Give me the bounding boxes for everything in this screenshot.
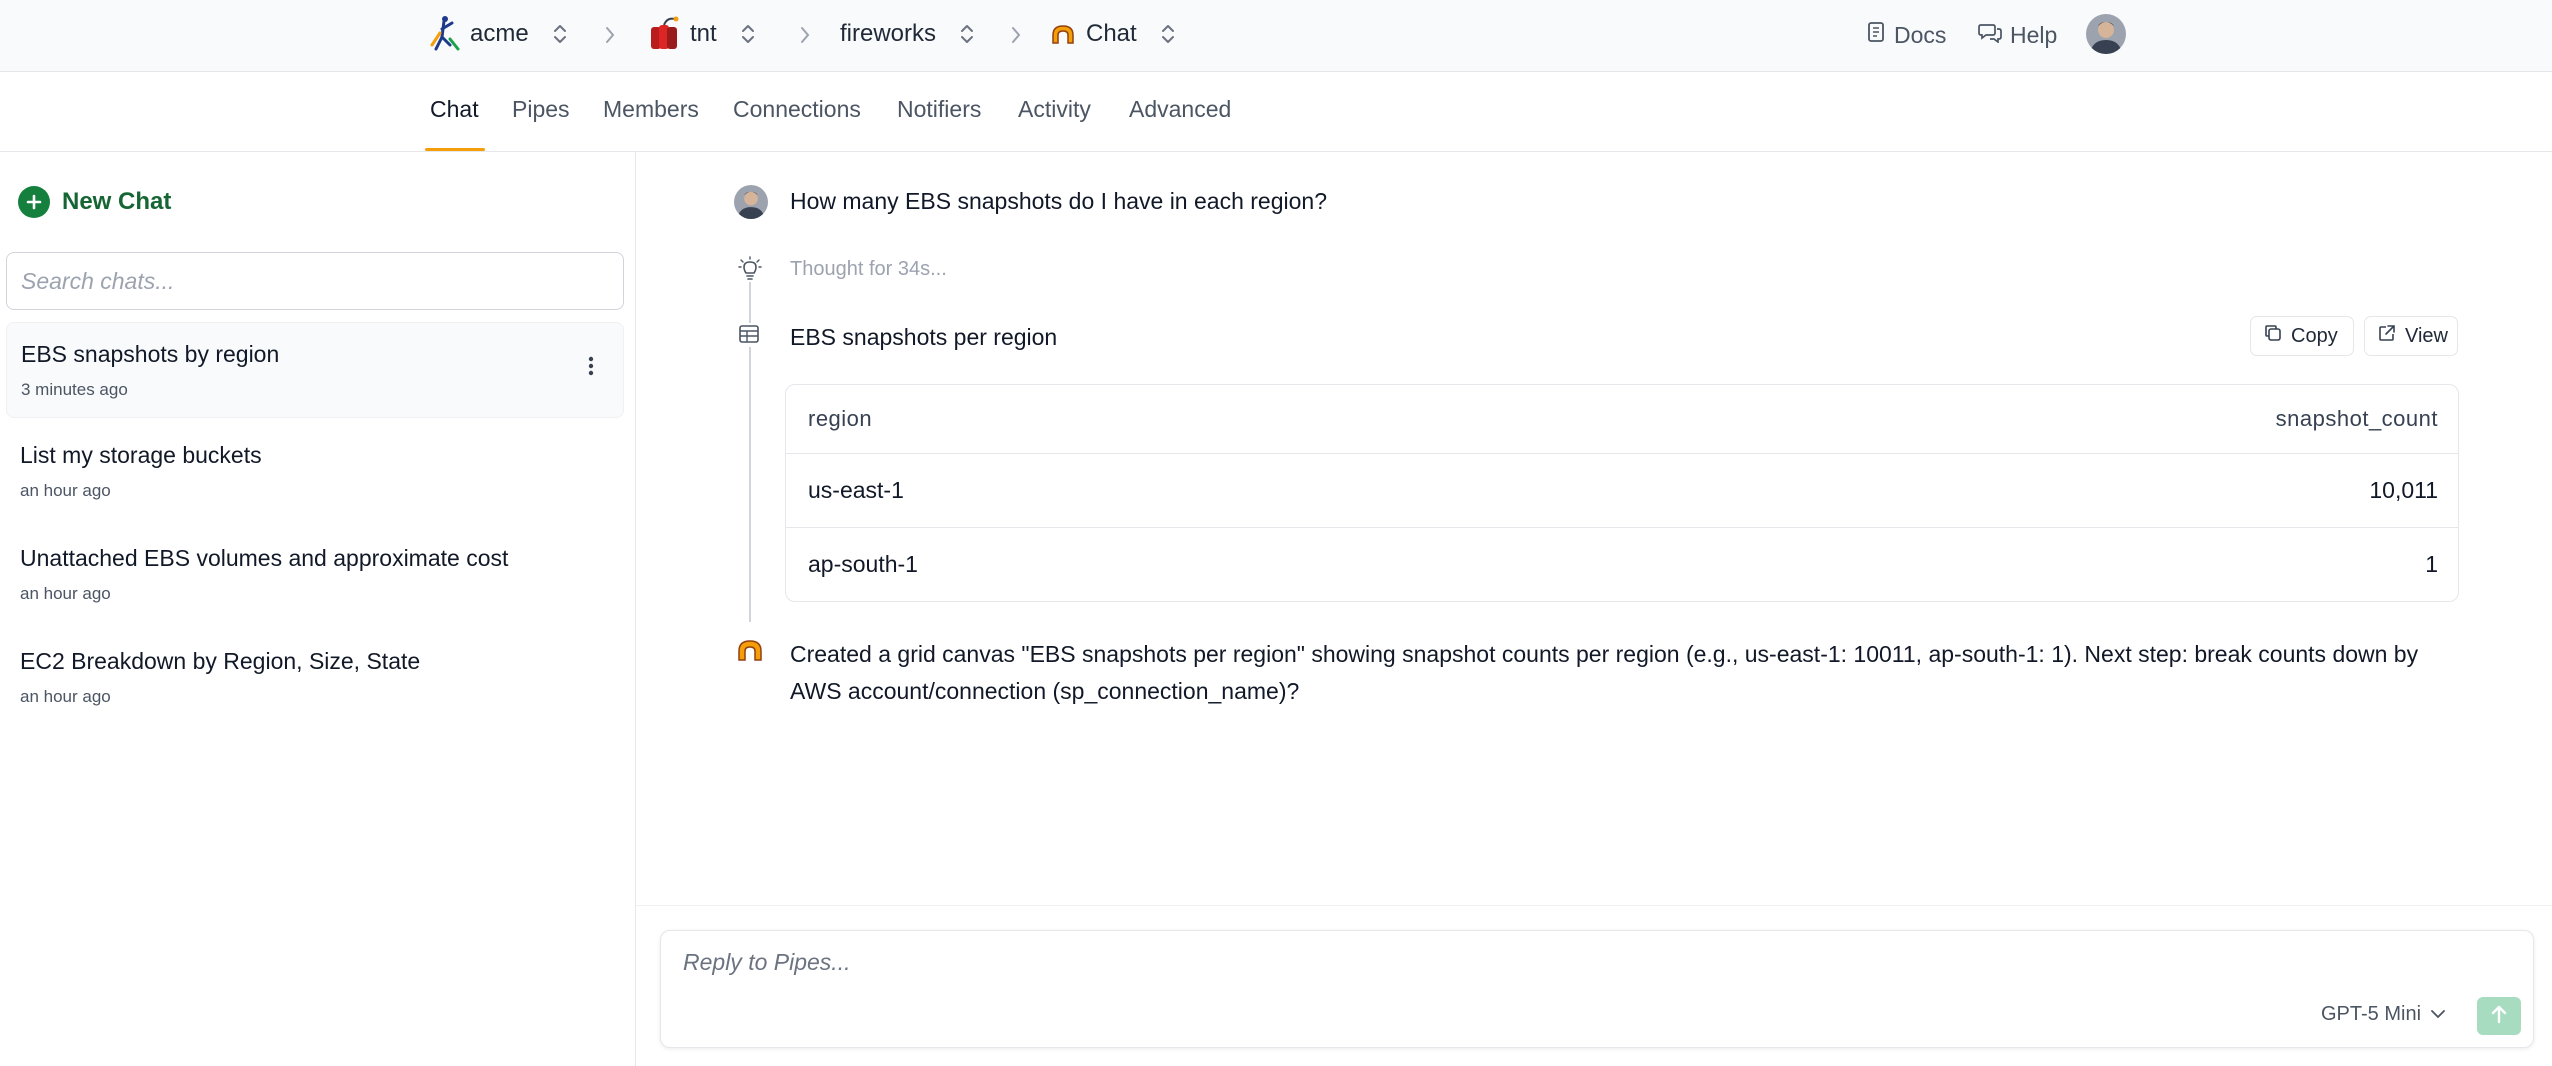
breadcrumb-tenant-label: tnt bbox=[690, 20, 717, 47]
user-message: How many EBS snapshots do I have in each… bbox=[790, 188, 1327, 214]
chat-timestamp: 3 minutes ago bbox=[21, 380, 128, 399]
breadcrumb-section-label: Chat bbox=[1086, 20, 1137, 47]
composer-divider bbox=[636, 905, 2552, 906]
docs-label: Docs bbox=[1894, 21, 1947, 48]
tab-advanced[interactable]: Advanced bbox=[1129, 96, 1231, 123]
chevron-right-icon bbox=[795, 20, 815, 50]
tab-bar: Chat Pipes Members Connections Notifiers… bbox=[0, 72, 2552, 152]
table-header-row: region snapshot_count bbox=[786, 385, 2458, 453]
chat-title: EBS snapshots by region bbox=[21, 341, 280, 367]
timeline-line bbox=[749, 262, 751, 622]
help-link[interactable]: Help bbox=[1978, 18, 2057, 52]
new-chat-label: New Chat bbox=[62, 188, 172, 215]
view-label: View bbox=[2405, 324, 2448, 347]
breadcrumb-tenant[interactable]: tnt bbox=[644, 14, 759, 54]
table-cell-region: ap-south-1 bbox=[808, 551, 918, 577]
active-tab-indicator bbox=[425, 148, 485, 151]
chat-title: List my storage buckets bbox=[20, 442, 262, 468]
help-label: Help bbox=[2010, 21, 2058, 48]
column-header-region[interactable]: region bbox=[808, 406, 872, 432]
copy-label: Copy bbox=[2291, 324, 2338, 347]
chat-bubbles-icon bbox=[1978, 21, 2002, 49]
chat-list-item[interactable]: EBS snapshots by region 3 minutes ago bbox=[6, 322, 624, 418]
chat-list-item[interactable]: EC2 Breakdown by Region, Size, State an … bbox=[6, 630, 624, 726]
table-cell-count: 1 bbox=[2425, 551, 2438, 577]
user-avatar bbox=[734, 185, 768, 219]
chevron-updown-icon[interactable] bbox=[737, 20, 759, 48]
tnt-logo-icon bbox=[644, 14, 684, 54]
view-button[interactable]: View bbox=[2364, 316, 2458, 356]
lightbulb-icon[interactable] bbox=[738, 256, 762, 282]
thought-duration[interactable]: Thought for 34s... bbox=[790, 258, 947, 281]
external-link-icon bbox=[2377, 323, 2397, 349]
copy-button[interactable]: Copy bbox=[2250, 316, 2354, 356]
reply-input[interactable] bbox=[683, 949, 2383, 989]
composer: GPT-5 Mini bbox=[660, 930, 2534, 1048]
chevron-updown-icon[interactable] bbox=[956, 20, 978, 48]
plus-icon bbox=[18, 186, 50, 218]
breadcrumb-org[interactable]: acme bbox=[424, 14, 571, 54]
copy-icon bbox=[2263, 323, 2283, 349]
tab-members[interactable]: Members bbox=[603, 96, 699, 123]
arrow-up-icon bbox=[2489, 1003, 2509, 1030]
breadcrumb-section[interactable]: Chat bbox=[1048, 14, 1179, 54]
top-bar: acme tnt fireworks Chat Docs Help bbox=[0, 0, 2552, 72]
user-avatar[interactable] bbox=[2086, 14, 2126, 54]
tab-chat[interactable]: Chat bbox=[430, 96, 479, 123]
breadcrumb-workspace-label: fireworks bbox=[840, 20, 937, 47]
tab-connections[interactable]: Connections bbox=[733, 96, 861, 123]
chevron-updown-icon[interactable] bbox=[549, 20, 571, 48]
tab-pipes[interactable]: Pipes bbox=[512, 96, 570, 123]
table-row: us-east-1 10,011 bbox=[786, 453, 2458, 527]
send-button[interactable] bbox=[2477, 997, 2521, 1035]
tab-notifiers[interactable]: Notifiers bbox=[897, 96, 981, 123]
chat-list-item[interactable]: Unattached EBS volumes and approximate c… bbox=[6, 527, 624, 623]
chat-title: Unattached EBS volumes and approximate c… bbox=[20, 545, 509, 571]
document-icon bbox=[1866, 21, 1886, 49]
chat-title: EC2 Breakdown by Region, Size, State bbox=[20, 648, 421, 674]
pipes-logo-icon bbox=[1048, 14, 1078, 54]
column-header-snapshot-count[interactable]: snapshot_count bbox=[2276, 406, 2438, 432]
table-row: ap-south-1 1 bbox=[786, 527, 2458, 601]
assistant-message: Created a grid canvas "EBS snapshots per… bbox=[790, 641, 2419, 704]
model-label: GPT-5 Mini bbox=[2321, 1003, 2422, 1025]
new-chat-button[interactable]: New Chat bbox=[18, 186, 171, 218]
table-cell-region: us-east-1 bbox=[808, 477, 904, 503]
chevron-down-icon bbox=[2429, 1003, 2447, 1026]
more-options-icon[interactable] bbox=[579, 351, 603, 381]
acme-logo-icon bbox=[424, 14, 464, 54]
table-cell-count: 10,011 bbox=[2369, 477, 2438, 503]
search-chats-input[interactable] bbox=[6, 252, 624, 310]
chevron-right-icon bbox=[1006, 20, 1026, 50]
chat-timestamp: an hour ago bbox=[20, 481, 111, 500]
model-selector[interactable]: GPT-5 Mini bbox=[2321, 1003, 2447, 1026]
tab-activity[interactable]: Activity bbox=[1018, 96, 1091, 123]
chat-timestamp: an hour ago bbox=[20, 687, 111, 706]
canvas-title: EBS snapshots per region bbox=[790, 324, 1058, 350]
breadcrumb-org-label: acme bbox=[470, 20, 529, 47]
breadcrumb-workspace[interactable]: fireworks bbox=[840, 14, 978, 54]
chevron-right-icon bbox=[600, 20, 620, 50]
chat-timestamp: an hour ago bbox=[20, 584, 111, 603]
chat-list-item[interactable]: List my storage buckets an hour ago bbox=[6, 424, 624, 520]
table-icon bbox=[738, 323, 762, 347]
chat-sidebar: New Chat EBS snapshots by region 3 minut… bbox=[0, 152, 636, 1066]
results-table: region snapshot_count us-east-1 10,011 a… bbox=[785, 384, 2459, 602]
assistant-logo-icon bbox=[736, 638, 764, 666]
docs-link[interactable]: Docs bbox=[1866, 18, 1946, 52]
chevron-updown-icon[interactable] bbox=[1157, 20, 1179, 48]
